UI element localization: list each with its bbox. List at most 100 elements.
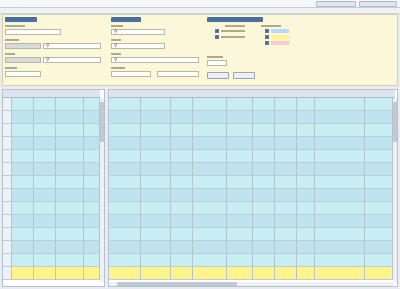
filter-search-input[interactable]: ⚲: [111, 29, 165, 35]
filter-label: [5, 24, 25, 28]
table-cell: [56, 267, 84, 279]
filter-input[interactable]: [111, 71, 151, 77]
table-row[interactable]: [109, 124, 393, 137]
filter-checkbox[interactable]: [215, 29, 219, 33]
scroll-thumb[interactable]: [100, 102, 104, 142]
table-cell: [227, 267, 253, 279]
table-row[interactable]: [3, 215, 100, 228]
table-row[interactable]: [3, 202, 100, 215]
table-cell: [227, 241, 253, 253]
table-row[interactable]: [3, 111, 100, 124]
table-row[interactable]: [3, 124, 100, 137]
table-row[interactable]: [109, 228, 393, 241]
table-cell: [3, 267, 12, 279]
filter-search-input[interactable]: ⚲: [111, 57, 199, 63]
table-cell: [109, 202, 141, 214]
table-cell: [56, 163, 84, 175]
table-cell: [171, 163, 193, 175]
table-cell: [12, 124, 34, 136]
filter-input[interactable]: [157, 71, 199, 77]
table-cell: [56, 215, 84, 227]
table-cell: [227, 111, 253, 123]
table-row[interactable]: [3, 98, 100, 111]
table-cell: [34, 98, 56, 110]
table-cell: [34, 189, 56, 201]
table-cell: [84, 137, 100, 149]
table-cell: [12, 241, 34, 253]
action-button[interactable]: [207, 72, 229, 79]
table-row[interactable]: [3, 176, 100, 189]
table-row[interactable]: [109, 267, 393, 280]
table-cell: [315, 228, 365, 240]
scroll-thumb[interactable]: [393, 102, 397, 142]
table-cell: [56, 228, 84, 240]
filter-label: [111, 38, 121, 42]
table-row[interactable]: [3, 254, 100, 267]
table-row[interactable]: [109, 150, 393, 163]
table-row[interactable]: [109, 176, 393, 189]
filter-input[interactable]: [5, 29, 61, 35]
filter-search-input[interactable]: ⚲: [111, 43, 165, 49]
table-row[interactable]: [3, 189, 100, 202]
search-icon: ⚲: [114, 43, 118, 49]
table-cell: [171, 267, 193, 279]
filter-input[interactable]: [207, 60, 227, 66]
table-row[interactable]: [109, 202, 393, 215]
table-row[interactable]: [109, 215, 393, 228]
table-cell: [34, 215, 56, 227]
table-row[interactable]: [3, 150, 100, 163]
toolbar-button-1[interactable]: [316, 1, 356, 7]
table-cell: [193, 150, 227, 162]
table-row[interactable]: [109, 241, 393, 254]
legend-checkbox[interactable]: [265, 41, 269, 45]
table-cell: [56, 254, 84, 266]
filter-input[interactable]: [5, 57, 41, 63]
action-button[interactable]: [233, 72, 255, 79]
right-grid-scrollbar[interactable]: [393, 98, 397, 282]
table-cell: [109, 176, 141, 188]
filter-checkbox[interactable]: [215, 35, 219, 39]
table-cell: [3, 228, 12, 240]
table-cell: [141, 241, 171, 253]
table-row[interactable]: [109, 137, 393, 150]
table-row[interactable]: [109, 98, 393, 111]
table-row[interactable]: [109, 163, 393, 176]
table-cell: [297, 176, 315, 188]
table-cell: [193, 267, 227, 279]
scroll-thumb[interactable]: [117, 282, 237, 286]
right-grid-h-scrollbar[interactable]: [109, 282, 393, 286]
table-row[interactable]: [3, 267, 100, 280]
table-cell: [171, 176, 193, 188]
filter-search-input[interactable]: ⚲: [43, 57, 101, 63]
title-bar: [0, 0, 400, 8]
toolbar-button-2[interactable]: [359, 1, 397, 7]
table-row[interactable]: [3, 163, 100, 176]
table-cell: [34, 202, 56, 214]
table-cell: [109, 228, 141, 240]
table-cell: [365, 228, 393, 240]
filter-label: [5, 38, 19, 42]
table-cell: [56, 176, 84, 188]
table-cell: [34, 176, 56, 188]
table-cell: [12, 111, 34, 123]
table-row[interactable]: [3, 137, 100, 150]
table-row[interactable]: [3, 241, 100, 254]
table-cell: [109, 150, 141, 162]
table-row[interactable]: [3, 228, 100, 241]
table-cell: [275, 98, 297, 110]
table-row[interactable]: [109, 254, 393, 267]
filter-input[interactable]: [5, 43, 41, 49]
legend-checkbox[interactable]: [265, 35, 269, 39]
table-cell: [193, 124, 227, 136]
table-row[interactable]: [109, 189, 393, 202]
left-grid-scrollbar[interactable]: [100, 98, 104, 282]
table-cell: [171, 241, 193, 253]
legend-checkbox[interactable]: [265, 29, 269, 33]
search-icon: ⚲: [46, 43, 50, 49]
table-cell: [253, 241, 275, 253]
legend-swatch: [271, 35, 289, 39]
right-grid-header: [109, 90, 395, 98]
filter-search-input[interactable]: ⚲: [43, 43, 101, 49]
table-row[interactable]: [109, 111, 393, 124]
filter-input[interactable]: [5, 71, 41, 77]
